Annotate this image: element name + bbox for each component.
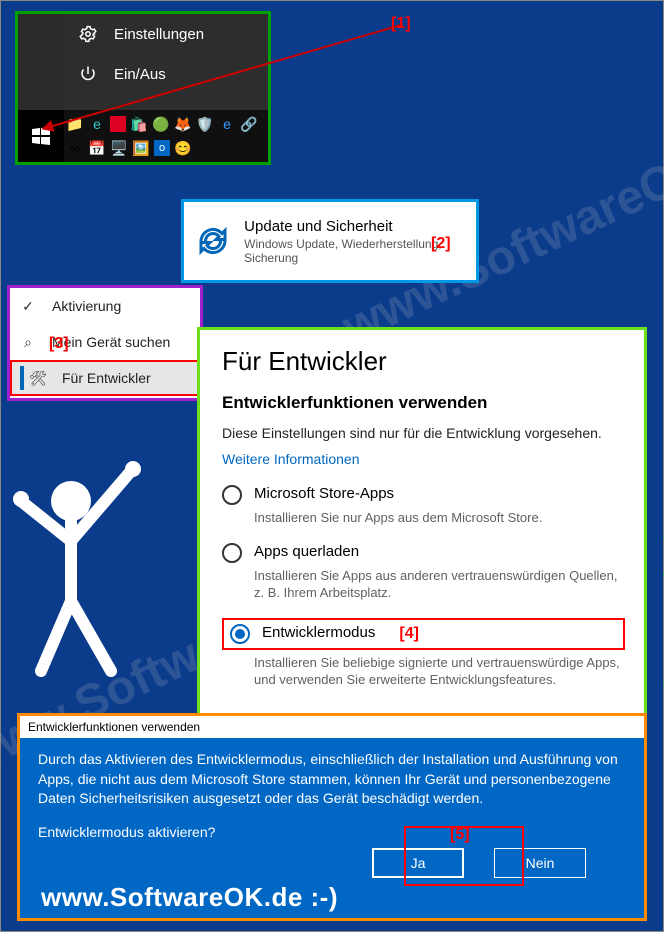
power-menu-item[interactable]: Ein/Aus (64, 54, 268, 94)
sidebar-label: Für Entwickler (62, 370, 151, 386)
shield-icon[interactable]: 🛡️ (196, 115, 214, 133)
gear-icon (78, 25, 98, 43)
radio-icon (222, 485, 242, 505)
photos-icon[interactable]: 🖼️ (132, 139, 150, 157)
radio-label: Microsoft Store-Apps (254, 485, 394, 502)
start-menu-list: Einstellungen Ein/Aus 📁 e 🛍️ 🟢 🦊 🛡️ e 🔗 … (64, 14, 268, 162)
outlook-icon[interactable]: o (154, 140, 170, 156)
sidebar-item-developers[interactable]: 🛠 Für Entwickler (10, 360, 200, 396)
callout-1: [1] (391, 15, 411, 33)
radio-label: Entwicklermodus (262, 624, 375, 641)
firefox-icon[interactable]: 🦊 (174, 115, 192, 133)
start-menu-panel: Einstellungen Ein/Aus 📁 e 🛍️ 🟢 🦊 🛡️ e 🔗 … (15, 11, 271, 165)
taskbar: 📁 e 🛍️ 🟢 🦊 🛡️ e 🔗 ∞ 📅 🖥️ 🖼️ o 😊 (64, 110, 268, 162)
radio-icon (222, 543, 242, 563)
radio-desc: Installieren Sie nur Apps aus dem Micros… (254, 509, 622, 527)
start-left-rail (18, 14, 64, 162)
calendar-icon[interactable]: 📅 (88, 139, 106, 157)
sidebar-label: Aktivierung (52, 298, 121, 314)
explorer-icon[interactable]: 📁 (66, 115, 84, 133)
sidebar-item-activation[interactable]: ✓ Aktivierung (10, 288, 200, 324)
highlight-box: [5] (404, 826, 524, 886)
windows-start-button[interactable] (18, 110, 64, 162)
store-icon[interactable]: 🛍️ (130, 115, 148, 133)
chrome-icon[interactable]: 🟢 (152, 115, 170, 133)
callout-2: [2] (431, 235, 451, 253)
radio-developer-mode[interactable]: Entwicklermodus (230, 624, 375, 644)
radio-icon-selected (230, 624, 250, 644)
windows-icon (32, 127, 50, 145)
radio-sideload[interactable]: Apps querladen (222, 543, 622, 563)
section-title: Entwicklerfunktionen verwenden (222, 393, 622, 413)
app-icon[interactable]: 🔗 (240, 115, 258, 133)
dialog-text: Durch das Aktivieren des Entwicklermodus… (38, 750, 626, 809)
radio-desc: Installieren Sie Apps aus anderen vertra… (254, 567, 622, 602)
radio-desc: Installieren Sie beliebige signierte und… (254, 654, 622, 689)
dialog-body: Durch das Aktivieren des Entwicklermodus… (20, 738, 644, 890)
app-icon-yellow[interactable]: 😊 (174, 139, 192, 157)
edge-icon[interactable]: e (88, 115, 106, 133)
watermark-bottom: www.SoftwareOK.de :-) (41, 882, 338, 913)
sidebar-item-find-device[interactable]: ⌕ Mein Gerät suchen (10, 324, 200, 360)
power-icon (78, 65, 98, 83)
tools-icon: 🛠 (28, 370, 48, 387)
app-icon-red[interactable] (110, 116, 126, 132)
sidebar-label: Mein Gerät suchen (52, 334, 170, 350)
decorative-figure (1, 441, 171, 681)
device-icon: ⌕ (18, 334, 38, 351)
tile-title: Update und Sicherheit (244, 218, 468, 235)
settings-menu-item[interactable]: Einstellungen (64, 14, 268, 54)
radio-label: Apps querladen (254, 543, 359, 560)
callout-3: [3] (49, 335, 69, 353)
vs-icon[interactable]: ∞ (66, 139, 84, 157)
intro-text: Diese Einstellungen sind nur für die Ent… (222, 425, 622, 441)
ie-icon[interactable]: e (218, 115, 236, 133)
radio-store-apps[interactable]: Microsoft Store-Apps (222, 485, 622, 505)
watermark-vertical: www.SoftwareOK.de :-) (659, 531, 664, 773)
power-label: Ein/Aus (114, 66, 166, 83)
page-title: Für Entwickler (222, 346, 622, 377)
check-icon: ✓ (18, 298, 38, 315)
callout-4: [4] (399, 625, 419, 643)
dialog-buttons: Ja Nein (38, 842, 626, 878)
app-icon[interactable]: 🖥️ (110, 139, 128, 157)
dialog-question: Entwicklermodus aktivieren? (38, 823, 626, 843)
developer-settings-page: Für Entwickler Entwicklerfunktionen verw… (197, 327, 647, 717)
settings-label: Einstellungen (114, 26, 204, 43)
more-info-link[interactable]: Weitere Informationen (222, 451, 622, 467)
settings-sidebar: ✓ Aktivierung ⌕ Mein Gerät suchen 🛠 Für … (7, 285, 203, 401)
active-indicator (20, 366, 24, 390)
callout-5: [5] (450, 826, 470, 844)
dialog-title: Entwicklerfunktionen verwenden (20, 716, 644, 738)
radio-developer-mode-highlight: Entwicklermodus [4] (222, 618, 625, 650)
sync-icon (192, 217, 234, 265)
